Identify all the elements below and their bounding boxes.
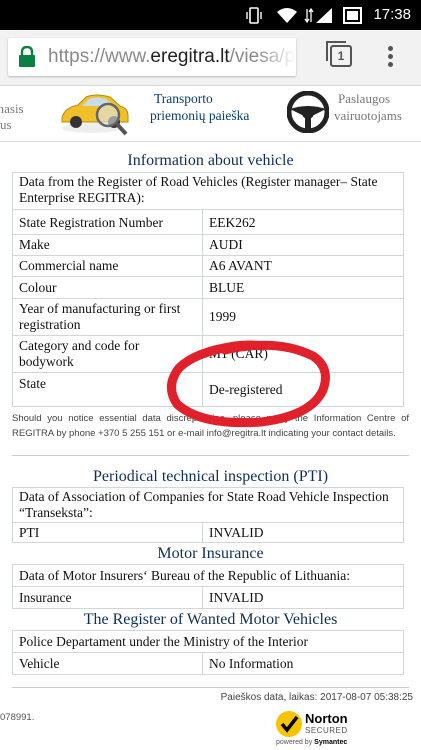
clock: 17:38 bbox=[373, 6, 411, 23]
insurance-source: Data of Motor Insurers‘ Bureau of the Re… bbox=[12, 564, 404, 587]
nav-item-driver-services[interactable]: Paslaugos vairuotojams bbox=[334, 90, 402, 124]
nav-item-vehicle-search[interactable]: Transporto priemonių paieška bbox=[150, 90, 249, 124]
status-bar: 17:38 bbox=[0, 0, 421, 30]
table-row: Insurance INVALID bbox=[12, 586, 404, 609]
url-fade bbox=[256, 38, 296, 76]
table-row: Vehicle No Information bbox=[12, 652, 404, 675]
row-value: M1 (CAR) bbox=[202, 335, 404, 373]
car-search-icon bbox=[61, 94, 129, 136]
table-row: State Registration Number EEK262 bbox=[12, 209, 404, 235]
table-row: Data from the Register of Road Vehicles … bbox=[12, 172, 404, 210]
table-row: Police Departament under the Ministry of… bbox=[12, 630, 404, 653]
main-content: Information about vehicle Data from the … bbox=[0, 142, 421, 703]
table-row: Commercial name A6 AVANT bbox=[12, 255, 404, 277]
row-value: INVALID bbox=[202, 522, 404, 543]
nav-item-partial[interactable]: masis us bbox=[0, 101, 24, 133]
overflow-menu-icon[interactable] bbox=[388, 46, 394, 70]
norton-secured-badge[interactable]: Norton SECURED powered by Symantec bbox=[272, 707, 362, 750]
row-value: EEK262 bbox=[202, 209, 404, 235]
steering-wheel-icon bbox=[287, 91, 329, 133]
table-row: Year of manufacturing or first registrat… bbox=[12, 298, 404, 336]
row-value: BLUE bbox=[202, 276, 404, 299]
table-row: Make AUDI bbox=[12, 234, 404, 256]
row-label: Colour bbox=[12, 276, 203, 299]
section-title-vehicle: Information about vehicle bbox=[127, 152, 294, 169]
tab-switcher-button[interactable]: 1 bbox=[326, 41, 352, 67]
section-title-insurance: Motor Insurance bbox=[157, 545, 264, 562]
row-value: A6 AVANT bbox=[202, 255, 404, 277]
discrepancy-note: Should you notice essential data discrep… bbox=[12, 413, 409, 439]
row-label: Make bbox=[12, 234, 203, 256]
vibrate-icon bbox=[246, 7, 262, 24]
row-label: Category and code for bodywork bbox=[12, 335, 203, 373]
address-bar[interactable]: https://www.eregitra.lt/viesa/pa bbox=[8, 38, 296, 76]
signal-icon bbox=[316, 8, 332, 23]
pti-table: Data of Association of Companies for Sta… bbox=[12, 487, 404, 543]
row-label: State bbox=[12, 372, 203, 407]
wanted-source: Police Departament under the Ministry of… bbox=[12, 630, 404, 653]
row-label: Year of manufacturing or first registrat… bbox=[12, 298, 203, 336]
row-value: INVALID bbox=[202, 586, 404, 609]
table-row: Category and code for bodywork M1 (CAR) bbox=[12, 335, 404, 373]
section-title-wanted: The Register of Wanted Motor Vehicles bbox=[83, 611, 338, 628]
site-nav: masis us Transporto priemonių paieška Pa… bbox=[0, 86, 421, 142]
insurance-table: Data of Motor Insurers‘ Bureau of the Re… bbox=[12, 564, 404, 609]
row-label: Vehicle bbox=[12, 652, 203, 675]
row-value: AUDI bbox=[202, 234, 404, 256]
section-title-pti: Periodical technical inspection (PTI) bbox=[92, 468, 329, 485]
row-label: State Registration Number bbox=[12, 209, 203, 235]
checkmark-icon bbox=[276, 711, 302, 737]
divider bbox=[12, 455, 409, 456]
browser-toolbar: https://www.eregitra.lt/viesa/pa 1 bbox=[0, 30, 421, 86]
divider bbox=[12, 687, 409, 688]
table-row: State De-registered bbox=[12, 372, 404, 407]
row-value: No Information bbox=[202, 652, 404, 675]
row-label: Insurance bbox=[12, 586, 203, 609]
row-label: Commercial name bbox=[12, 255, 203, 277]
row-value-state: De-registered bbox=[202, 372, 404, 407]
battery-icon bbox=[343, 7, 362, 24]
footer-phone-fragment: 078991. bbox=[0, 712, 35, 723]
table-row: Colour BLUE bbox=[12, 276, 404, 299]
row-label: PTI bbox=[12, 522, 203, 543]
wifi-icon bbox=[277, 8, 297, 23]
data-arrows-icon bbox=[304, 7, 314, 24]
search-timestamp: Paieškos data, laikas: 2017-08-07 05:38:… bbox=[220, 692, 413, 703]
row-value: 1999 bbox=[202, 298, 404, 336]
wanted-table: Police Departament under the Ministry of… bbox=[12, 630, 404, 675]
table-row: Data of Motor Insurers‘ Bureau of the Re… bbox=[12, 564, 404, 587]
table-row: Data of Association of Companies for Sta… bbox=[12, 487, 404, 523]
pti-source: Data of Association of Companies for Sta… bbox=[12, 487, 404, 523]
vehicle-source: Data from the Register of Road Vehicles … bbox=[12, 172, 404, 210]
table-row: PTI INVALID bbox=[12, 522, 404, 543]
lock-icon bbox=[19, 46, 35, 67]
vehicle-table: Data from the Register of Road Vehicles … bbox=[12, 172, 404, 407]
